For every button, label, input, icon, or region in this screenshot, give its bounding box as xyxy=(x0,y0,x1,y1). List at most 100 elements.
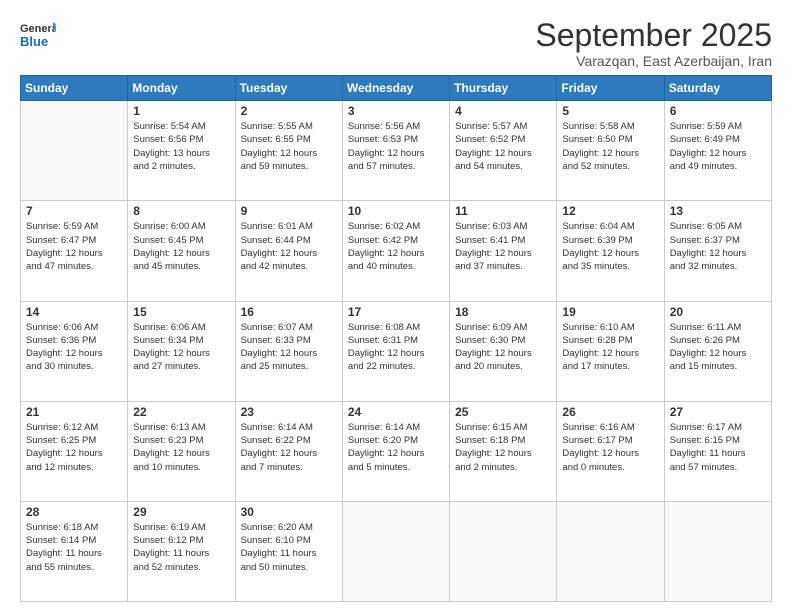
table-row: 22Sunrise: 6:13 AM Sunset: 6:23 PM Dayli… xyxy=(128,401,235,501)
day-info: Sunrise: 5:59 AM Sunset: 6:47 PM Dayligh… xyxy=(26,220,122,273)
table-row: 14 Sunrise: 6:06 AM Sunset: 6:36 PM Dayli… xyxy=(21,301,128,401)
table-row xyxy=(450,501,557,601)
day-info: Sunrise: 6:06 AM Sunset: 6:36 PM Dayligh… xyxy=(26,321,122,374)
header-tuesday: Tuesday xyxy=(235,76,342,101)
day-number: 13 xyxy=(670,204,766,218)
calendar-week-row: 28Sunrise: 6:18 AM Sunset: 6:14 PM Dayli… xyxy=(21,501,772,601)
day-info: Sunrise: 6:19 AM Sunset: 6:12 PM Dayligh… xyxy=(133,521,229,574)
day-info: Sunrise: 6:14 AM Sunset: 6:22 PM Dayligh… xyxy=(241,421,337,474)
day-number: 4 xyxy=(455,104,551,118)
day-number: 15 xyxy=(133,305,229,319)
day-info: Sunrise: 5:56 AM Sunset: 6:53 PM Dayligh… xyxy=(348,120,444,173)
day-number: 28 xyxy=(26,505,122,519)
table-row: 12Sunrise: 6:04 AM Sunset: 6:39 PM Dayli… xyxy=(557,201,664,301)
day-info: Sunrise: 5:54 AM Sunset: 6:56 PM Dayligh… xyxy=(133,120,229,173)
day-info: Sunrise: 6:20 AM Sunset: 6:10 PM Dayligh… xyxy=(241,521,337,574)
table-row: 9 Sunrise: 6:01 AM Sunset: 6:44 PM Daylig… xyxy=(235,201,342,301)
day-number: 14 xyxy=(26,305,122,319)
table-row: 27Sunrise: 6:17 AM Sunset: 6:15 PM Dayli… xyxy=(664,401,771,501)
day-number: 20 xyxy=(670,305,766,319)
day-info: Sunrise: 6:04 AM Sunset: 6:39 PM Dayligh… xyxy=(562,220,658,273)
calendar-week-row: 7Sunrise: 5:59 AM Sunset: 6:47 PM Daylig… xyxy=(21,201,772,301)
day-number: 6 xyxy=(670,104,766,118)
day-info: Sunrise: 6:15 AM Sunset: 6:18 PM Dayligh… xyxy=(455,421,551,474)
header-thursday: Thursday xyxy=(450,76,557,101)
table-row: 5 Sunrise: 5:58 AM Sunset: 6:50 PM Daylig… xyxy=(557,101,664,201)
table-row: 24Sunrise: 6:14 AM Sunset: 6:20 PM Dayli… xyxy=(342,401,449,501)
day-info: Sunrise: 5:57 AM Sunset: 6:52 PM Dayligh… xyxy=(455,120,551,173)
day-info: Sunrise: 5:55 AM Sunset: 6:55 PM Dayligh… xyxy=(241,120,337,173)
day-info: Sunrise: 6:13 AM Sunset: 6:23 PM Dayligh… xyxy=(133,421,229,474)
day-info: Sunrise: 5:59 AM Sunset: 6:49 PM Dayligh… xyxy=(670,120,766,173)
day-info: Sunrise: 6:06 AM Sunset: 6:34 PM Dayligh… xyxy=(133,321,229,374)
logo: General Blue xyxy=(20,18,56,54)
day-info: Sunrise: 6:05 AM Sunset: 6:37 PM Dayligh… xyxy=(670,220,766,273)
svg-text:Blue: Blue xyxy=(20,34,48,49)
day-number: 26 xyxy=(562,405,658,419)
table-row: 15 Sunrise: 6:06 AM Sunset: 6:34 PM Dayli… xyxy=(128,301,235,401)
day-info: Sunrise: 5:58 AM Sunset: 6:50 PM Dayligh… xyxy=(562,120,658,173)
table-row: 19Sunrise: 6:10 AM Sunset: 6:28 PM Dayli… xyxy=(557,301,664,401)
day-info: Sunrise: 6:16 AM Sunset: 6:17 PM Dayligh… xyxy=(562,421,658,474)
day-number: 30 xyxy=(241,505,337,519)
table-row: 25 Sunrise: 6:15 AM Sunset: 6:18 PM Dayli… xyxy=(450,401,557,501)
table-row xyxy=(342,501,449,601)
day-info: Sunrise: 6:09 AM Sunset: 6:30 PM Dayligh… xyxy=(455,321,551,374)
day-info: Sunrise: 6:12 AM Sunset: 6:25 PM Dayligh… xyxy=(26,421,122,474)
day-number: 11 xyxy=(455,204,551,218)
day-number: 1 xyxy=(133,104,229,118)
day-number: 21 xyxy=(26,405,122,419)
header-sunday: Sunday xyxy=(21,76,128,101)
day-number: 10 xyxy=(348,204,444,218)
day-info: Sunrise: 6:10 AM Sunset: 6:28 PM Dayligh… xyxy=(562,321,658,374)
table-row: 23 Sunrise: 6:14 AM Sunset: 6:22 PM Dayli… xyxy=(235,401,342,501)
day-info: Sunrise: 6:01 AM Sunset: 6:44 PM Dayligh… xyxy=(241,220,337,273)
table-row: 2Sunrise: 5:55 AM Sunset: 6:55 PM Daylig… xyxy=(235,101,342,201)
calendar-week-row: 1 Sunrise: 5:54 AM Sunset: 6:56 PM Daylig… xyxy=(21,101,772,201)
table-row xyxy=(664,501,771,601)
day-info: Sunrise: 6:02 AM Sunset: 6:42 PM Dayligh… xyxy=(348,220,444,273)
calendar-week-row: 14 Sunrise: 6:06 AM Sunset: 6:36 PM Dayli… xyxy=(21,301,772,401)
table-row: 6 Sunrise: 5:59 AM Sunset: 6:49 PM Daylig… xyxy=(664,101,771,201)
table-row xyxy=(557,501,664,601)
table-row: 13 Sunrise: 6:05 AM Sunset: 6:37 PM Dayli… xyxy=(664,201,771,301)
table-row: 29 Sunrise: 6:19 AM Sunset: 6:12 PM Dayli… xyxy=(128,501,235,601)
table-row: 30 Sunrise: 6:20 AM Sunset: 6:10 PM Dayli… xyxy=(235,501,342,601)
calendar-header-row: Sunday Monday Tuesday Wednesday Thursday… xyxy=(21,76,772,101)
day-number: 5 xyxy=(562,104,658,118)
table-row: 17Sunrise: 6:08 AM Sunset: 6:31 PM Dayli… xyxy=(342,301,449,401)
day-number: 16 xyxy=(241,305,337,319)
month-title: September 2025 xyxy=(535,18,772,53)
day-info: Sunrise: 6:17 AM Sunset: 6:15 PM Dayligh… xyxy=(670,421,766,474)
day-number: 23 xyxy=(241,405,337,419)
day-info: Sunrise: 6:07 AM Sunset: 6:33 PM Dayligh… xyxy=(241,321,337,374)
table-row: 1 Sunrise: 5:54 AM Sunset: 6:56 PM Daylig… xyxy=(128,101,235,201)
calendar-week-row: 21 Sunrise: 6:12 AM Sunset: 6:25 PM Dayli… xyxy=(21,401,772,501)
day-number: 8 xyxy=(133,204,229,218)
table-row: 3Sunrise: 5:56 AM Sunset: 6:53 PM Daylig… xyxy=(342,101,449,201)
table-row: 28Sunrise: 6:18 AM Sunset: 6:14 PM Dayli… xyxy=(21,501,128,601)
location: Varazqan, East Azerbaijan, Iran xyxy=(535,53,772,69)
day-number: 9 xyxy=(241,204,337,218)
calendar-table: Sunday Monday Tuesday Wednesday Thursday… xyxy=(20,75,772,602)
table-row: 16 Sunrise: 6:07 AM Sunset: 6:33 PM Dayli… xyxy=(235,301,342,401)
header-monday: Monday xyxy=(128,76,235,101)
header-saturday: Saturday xyxy=(664,76,771,101)
day-number: 18 xyxy=(455,305,551,319)
day-number: 24 xyxy=(348,405,444,419)
table-row: 7Sunrise: 5:59 AM Sunset: 6:47 PM Daylig… xyxy=(21,201,128,301)
logo-container: General Blue xyxy=(20,18,56,54)
table-row: 18 Sunrise: 6:09 AM Sunset: 6:30 PM Dayli… xyxy=(450,301,557,401)
table-row: 8 Sunrise: 6:00 AM Sunset: 6:45 PM Daylig… xyxy=(128,201,235,301)
day-number: 25 xyxy=(455,405,551,419)
day-number: 17 xyxy=(348,305,444,319)
day-info: Sunrise: 6:00 AM Sunset: 6:45 PM Dayligh… xyxy=(133,220,229,273)
title-block: September 2025 Varazqan, East Azerbaijan… xyxy=(535,18,772,69)
table-row xyxy=(21,101,128,201)
table-row: 20Sunrise: 6:11 AM Sunset: 6:26 PM Dayli… xyxy=(664,301,771,401)
day-number: 29 xyxy=(133,505,229,519)
table-row: 10 Sunrise: 6:02 AM Sunset: 6:42 PM Dayli… xyxy=(342,201,449,301)
logo-svg: General Blue xyxy=(20,18,56,54)
table-row: 26 Sunrise: 6:16 AM Sunset: 6:17 PM Dayli… xyxy=(557,401,664,501)
table-row: 4 Sunrise: 5:57 AM Sunset: 6:52 PM Daylig… xyxy=(450,101,557,201)
